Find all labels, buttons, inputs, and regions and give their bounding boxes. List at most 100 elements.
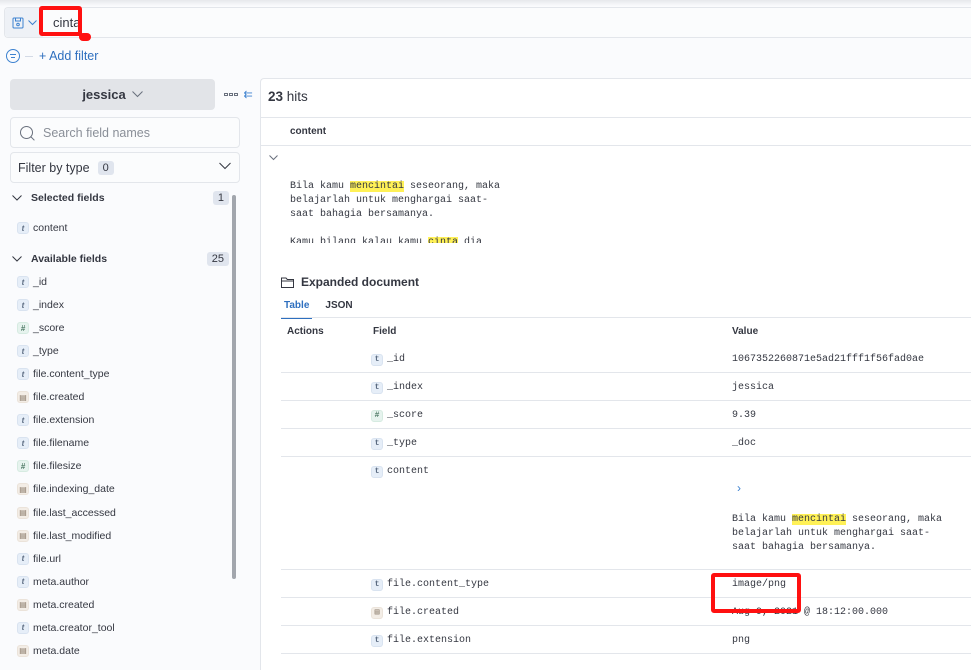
- field-name: meta.date: [33, 644, 80, 657]
- chevron-down-icon: [131, 91, 143, 98]
- hits-count: 23: [268, 89, 284, 104]
- sidebar-field-item[interactable]: t meta.author: [17, 573, 89, 591]
- field-name: _id: [33, 276, 48, 288]
- doc-value-cell: 1067352260871e5ad21fff1f56fad0ae: [732, 354, 925, 365]
- date-type-icon: ▤: [17, 391, 29, 404]
- field-name: content: [33, 222, 68, 234]
- filter-by-type-label: Filter by type: [18, 160, 90, 175]
- collapse-sidebar-icon[interactable]: ⇇: [244, 88, 253, 101]
- doc-field-cell: t file.extension: [371, 634, 471, 648]
- sidebar-field-item[interactable]: t content: [17, 219, 67, 237]
- field-name: meta.author: [33, 575, 90, 588]
- collapse-row-icon[interactable]: [269, 155, 278, 161]
- selected-fields-toggle[interactable]: Selected fields 1: [12, 188, 229, 208]
- doc-field-cell: ▤ file.created: [371, 606, 459, 620]
- sidebar-field-item[interactable]: t _id: [17, 273, 47, 291]
- filter-by-type-dropdown[interactable]: Filter by type 0: [10, 152, 240, 183]
- string-type-icon: t: [371, 382, 383, 394]
- number-type-icon: #: [371, 410, 383, 422]
- string-type-icon: t: [17, 276, 29, 288]
- header-field: Field: [373, 326, 397, 337]
- index-pattern-selector[interactable]: jessica: [10, 79, 215, 110]
- sidebar-field-item[interactable]: ▤ file.last_accessed: [17, 504, 116, 522]
- index-pattern-label: jessica: [82, 87, 126, 102]
- column-header-content[interactable]: content: [290, 126, 326, 137]
- doc-table-row: t _index jessica: [281, 373, 971, 401]
- available-fields-toggle[interactable]: Available fields 25: [12, 249, 229, 269]
- field-search-input[interactable]: [43, 125, 223, 140]
- doc-value-cell: Aug 9, 2021 @ 18:12:00.000: [732, 607, 889, 618]
- number-type-icon: #: [17, 460, 29, 473]
- field-name: file.filename: [33, 437, 90, 450]
- string-type-icon: t: [371, 354, 383, 366]
- string-type-icon: t: [371, 438, 383, 450]
- doc-field-cell: t content: [371, 465, 429, 479]
- sidebar-field-item[interactable]: ▤ file.indexing_date: [17, 480, 115, 498]
- doc-field-name: _index: [387, 382, 424, 393]
- field-name: file.filesize: [33, 460, 82, 473]
- divider: [261, 117, 971, 118]
- sidebar-field-item[interactable]: # _score: [17, 319, 65, 337]
- sidebar-field-item[interactable]: t file.filename: [17, 434, 89, 452]
- field-sidebar: jessica ⇇ Filter by type 0 Selected fiel…: [0, 78, 258, 670]
- sidebar-field-item[interactable]: ▤ meta.date: [17, 642, 80, 660]
- tab-json[interactable]: JSON: [322, 298, 355, 319]
- sidebar-field-item[interactable]: t file.url: [17, 550, 61, 568]
- field-name: _index: [33, 299, 64, 312]
- sidebar-field-item[interactable]: t file.extension: [17, 411, 94, 429]
- query-bar: [4, 7, 971, 38]
- expand-value-icon[interactable]: ›: [737, 481, 741, 495]
- doc-field-name: _id: [387, 354, 406, 365]
- doc-table-row: t _type _doc: [281, 429, 971, 457]
- field-name: file.url: [33, 552, 62, 565]
- more-options-icon[interactable]: [224, 92, 238, 97]
- doc-field-cell: # _score: [371, 409, 423, 423]
- available-fields-title: Available fields: [31, 253, 108, 265]
- sidebar-field-item[interactable]: t file.content_type: [17, 365, 109, 383]
- doc-field-cell: t _id: [371, 353, 405, 367]
- filter-icon[interactable]: [6, 49, 20, 63]
- filter-by-type-count: 0: [97, 160, 114, 175]
- sidebar-field-item[interactable]: ▤ meta.created: [17, 596, 94, 614]
- filter-divider: [25, 55, 33, 57]
- search-highlight: mencintai: [792, 514, 847, 525]
- sidebar-field-item[interactable]: t _index: [17, 296, 64, 314]
- content-value-snippet: Bila kamu mencintai seseorang, maka bela…: [732, 513, 942, 561]
- sidebar-scrollbar[interactable]: [232, 195, 236, 579]
- sidebar-field-item[interactable]: t meta.creator_tool: [17, 619, 115, 637]
- number-type-icon: #: [17, 322, 29, 335]
- string-type-icon: t: [17, 299, 29, 312]
- string-type-icon: t: [17, 345, 29, 358]
- divider: [261, 145, 971, 146]
- doc-value-cell: 9.39: [732, 410, 757, 421]
- document-table-panel: 23 hits content Bila kamu mencintai sese…: [260, 78, 971, 670]
- doc-table-row: t file.extension png: [281, 626, 971, 654]
- tab-table[interactable]: Table: [281, 298, 313, 319]
- string-type-icon: t: [17, 222, 29, 234]
- chevron-down-icon: [27, 19, 37, 25]
- query-input[interactable]: [49, 8, 849, 37]
- header-actions: Actions: [287, 326, 324, 337]
- search-highlight: cinta: [428, 237, 459, 243]
- doc-value-cell: image/png: [732, 579, 787, 590]
- string-type-icon: t: [371, 466, 383, 478]
- string-type-icon: t: [17, 575, 29, 588]
- date-type-icon: ▤: [17, 529, 29, 542]
- sidebar-field-item[interactable]: ▤ file.last_modified: [17, 527, 111, 545]
- sidebar-field-item[interactable]: t _type: [17, 342, 59, 360]
- folder-icon: [281, 277, 294, 288]
- date-type-icon: ▤: [17, 598, 29, 611]
- add-filter-link[interactable]: + Add filter: [39, 49, 98, 63]
- filter-bar: + Add filter: [6, 46, 98, 66]
- field-name: file.last_modified: [33, 529, 112, 542]
- hits-counter: 23 hits: [268, 89, 308, 104]
- doc-table-row: t content › Bila kamu mencintai seseorang, …: [281, 457, 971, 570]
- header-value: Value: [732, 326, 759, 337]
- saved-query-menu-button[interactable]: [5, 8, 43, 37]
- field-name: file.indexing_date: [33, 483, 115, 496]
- doc-view-tabs: Table JSON: [281, 298, 366, 319]
- doc-table-row: ▤ file.created Aug 9, 2021 @ 18:12:00.000: [281, 598, 971, 626]
- sidebar-field-item[interactable]: ▤ file.created: [17, 388, 84, 406]
- sidebar-field-item[interactable]: # file.filesize: [17, 457, 81, 475]
- field-search: [10, 117, 240, 148]
